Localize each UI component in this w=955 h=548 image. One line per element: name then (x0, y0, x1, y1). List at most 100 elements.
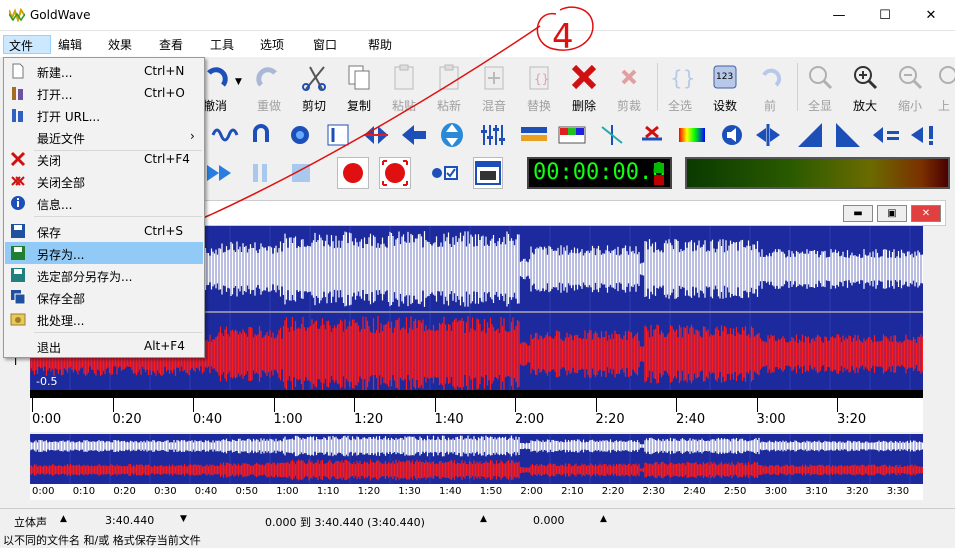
zoom-out-button[interactable]: 缩小 (890, 61, 930, 115)
menu-view[interactable]: 查看 (159, 35, 183, 54)
menu-item-save[interactable]: 保存 Ctrl+S (5, 220, 203, 242)
overview-label: 3:20 (846, 486, 869, 497)
replace-icon: {} (524, 62, 554, 92)
zoom-in-button[interactable]: 放大 (845, 61, 885, 115)
menu-item-label: 另存为... (37, 248, 85, 262)
maximize-volume-icon[interactable] (909, 119, 939, 151)
overview-waveform[interactable] (30, 434, 923, 484)
transport-toolbar: 00:00:00.0 (205, 153, 955, 193)
title-bar: GoldWave — ☐ ✕ (0, 0, 955, 31)
menu-options[interactable]: 选项 (260, 35, 284, 54)
play-icon[interactable] (205, 161, 235, 188)
menu-item-save-as[interactable]: 另存为... (5, 242, 203, 264)
fade-out-icon[interactable] (833, 119, 863, 151)
undo-dropdown-icon[interactable]: ▼ (235, 77, 242, 87)
color-spectrum-icon[interactable] (677, 119, 707, 151)
channel-dropdown-icon[interactable]: ▲ (60, 514, 67, 524)
menu-item-close[interactable]: 关闭 Ctrl+F4 (5, 148, 203, 170)
menu-item-close-all[interactable]: 关闭全部 (5, 170, 203, 192)
swap-channels-icon[interactable] (361, 119, 391, 151)
fade-in-icon[interactable] (795, 119, 825, 151)
menu-window[interactable]: 窗口 (313, 35, 337, 54)
doc-minimize-button[interactable]: ▬ (843, 205, 873, 222)
replace-button[interactable]: {} 替换 (519, 61, 559, 115)
menu-item-open-url[interactable]: 打开 URL... (5, 104, 203, 126)
overview-label: 2:30 (642, 486, 665, 497)
paste-label: 粘贴 (391, 99, 416, 113)
position-dropdown-icon[interactable]: ▲ (600, 514, 607, 524)
toolbar-divider (797, 63, 798, 111)
redo-label: 重做 (256, 99, 281, 113)
overview-label: 0:10 (72, 486, 96, 497)
noise-reduce-icon[interactable] (637, 119, 667, 151)
maximize-button[interactable]: ☐ (862, 0, 908, 31)
menu-item-recent-files[interactable]: 最近文件 › (5, 126, 203, 148)
menu-item-exit[interactable]: 退出 Alt+F4 (5, 335, 203, 357)
goldwave-logo-icon (9, 8, 25, 22)
menu-item-new[interactable]: 新建... Ctrl+N (5, 60, 203, 82)
zoom-all-button[interactable]: 全显 (800, 61, 840, 115)
wave-effect-icon[interactable] (210, 119, 240, 151)
volume-icon[interactable] (717, 119, 747, 151)
window-title: GoldWave (30, 8, 91, 22)
select-all-button[interactable]: {} 全选 (660, 61, 700, 115)
control-window-icon[interactable] (473, 157, 503, 189)
set-marker-button[interactable]: 123 设数 (705, 61, 745, 115)
match-volume-icon[interactable] (871, 119, 901, 151)
menu-item-save-selection-as[interactable]: 选定部分另存为... (5, 264, 203, 286)
menu-file[interactable]: 文件 (3, 35, 51, 54)
pitch-icon[interactable] (323, 119, 353, 151)
timeline-tick (112, 398, 114, 412)
stop-icon[interactable] (289, 161, 313, 188)
delete-button[interactable]: 删除 (564, 61, 604, 115)
redo-button[interactable]: 重做 (249, 61, 289, 115)
paste-new-button[interactable]: 粘新 (429, 61, 469, 115)
menu-item-label: 打开 URL... (37, 110, 101, 124)
mix-button[interactable]: 混音 (474, 61, 514, 115)
minimize-button[interactable]: — (816, 0, 862, 31)
overview-label: 1:20 (357, 486, 381, 497)
record-selection-button[interactable] (379, 157, 411, 189)
timeline-ruler[interactable]: 0:00 0:20 0:40 1:00 1:20 1:40 2:00 2:20 2:40 3:00… (30, 398, 923, 432)
menu-help[interactable]: 帮助 (368, 35, 392, 54)
up-label: 上 (937, 99, 950, 113)
spectrum-icon[interactable] (557, 119, 587, 151)
record-button[interactable] (337, 157, 369, 189)
copy-label: 复制 (346, 99, 371, 113)
monitor-icon[interactable] (429, 161, 459, 188)
previous-button[interactable]: 前 (750, 61, 790, 115)
menu-tools[interactable]: 工具 (210, 35, 234, 54)
offset-left-icon[interactable] (399, 119, 429, 151)
gear-effect-icon[interactable] (285, 119, 315, 151)
trim-button[interactable]: 剪裁 (609, 61, 649, 115)
selection-dropdown-icon[interactable]: ▲ (480, 514, 487, 524)
position-status: 0.000 (533, 514, 565, 527)
menu-item-info[interactable]: 信息... (5, 192, 203, 214)
pan-icon[interactable] (753, 119, 783, 151)
menu-edit[interactable]: 编辑 (58, 35, 82, 54)
cut-label: 剪切 (301, 99, 326, 113)
close-button[interactable]: ✕ (908, 0, 954, 31)
menu-item-open[interactable]: 打开... Ctrl+O (5, 82, 203, 104)
timeline-label: 3:00 (756, 412, 786, 427)
timeline-tick (515, 398, 516, 412)
menu-effects[interactable]: 效果 (108, 35, 132, 54)
length-dropdown-icon[interactable]: ▼ (180, 514, 187, 524)
reverse-icon[interactable] (247, 119, 277, 151)
stretch-icon[interactable] (437, 119, 467, 151)
cut-button[interactable]: 剪切 (294, 61, 334, 115)
menu-item-shortcut: Ctrl+F4 (144, 152, 190, 166)
menu-item-save-all[interactable]: 保存全部 (5, 286, 203, 308)
doc-restore-button[interactable]: ▣ (877, 205, 907, 222)
doc-close-button[interactable]: ✕ (911, 205, 941, 222)
menu-item-batch[interactable]: 批处理... (5, 308, 203, 330)
up-button[interactable]: 上 (933, 61, 955, 115)
pause-icon[interactable] (249, 161, 273, 188)
trim-label: 剪裁 (616, 99, 641, 113)
filter-icon[interactable] (519, 119, 549, 151)
select-all-icon: {} (665, 62, 695, 92)
copy-button[interactable]: 复制 (339, 61, 379, 115)
paste-button[interactable]: 粘贴 (384, 61, 424, 115)
splice-icon[interactable] (597, 119, 627, 151)
equalizer-icon[interactable] (477, 119, 507, 151)
